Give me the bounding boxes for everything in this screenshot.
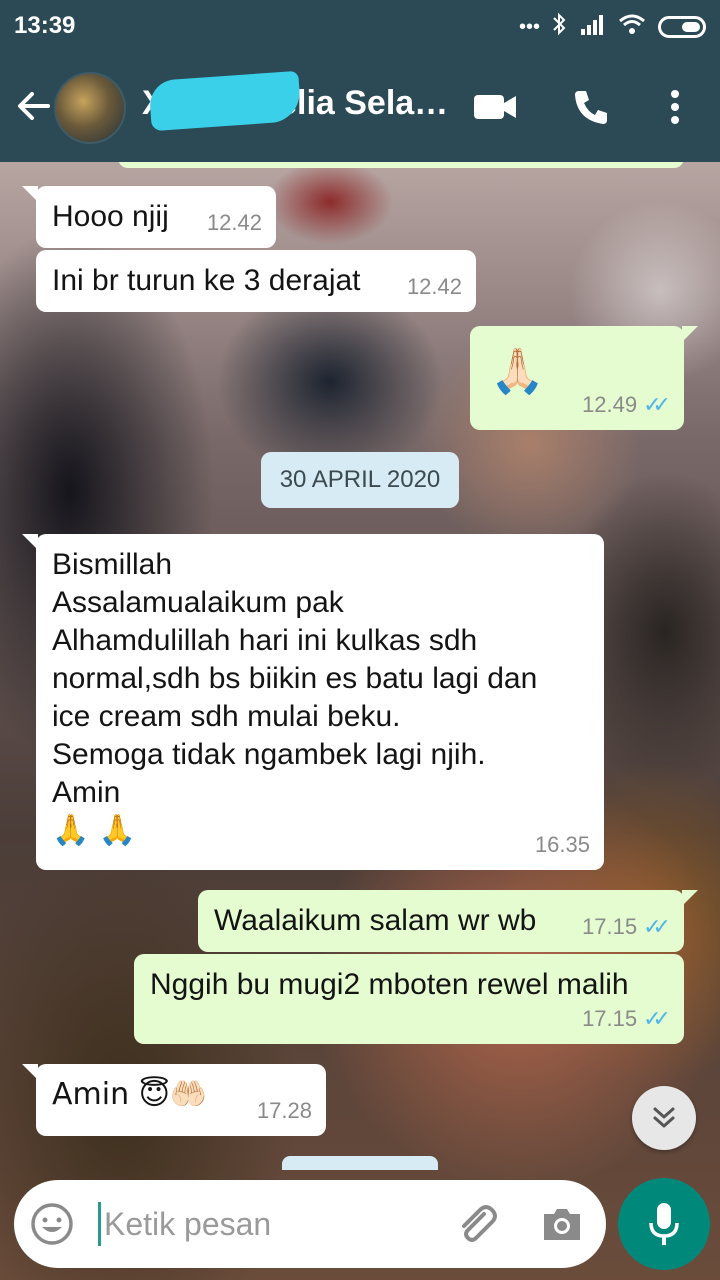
status-time: 13:39 <box>14 12 76 39</box>
message-time: 17.15 <box>582 914 638 939</box>
previous-message-edge <box>118 162 684 168</box>
read-receipt-icon: ✓✓ <box>643 392 671 417</box>
chat-header: Xxxxx Melia Sela… <box>0 50 720 162</box>
scroll-to-bottom-button[interactable] <box>632 1086 696 1150</box>
more-dots-icon: ••• <box>518 15 540 38</box>
message-incoming[interactable]: Bismillah Assalamualaikum pak Alhamdulil… <box>22 534 604 870</box>
date-chip: 30 APRIL 2020 <box>261 452 459 508</box>
camera-icon[interactable] <box>540 1202 584 1246</box>
back-arrow-icon[interactable] <box>14 86 54 126</box>
more-vert-icon[interactable] <box>652 84 698 130</box>
message-outgoing[interactable]: 🙏🏻 12.49 ✓✓ <box>470 326 698 430</box>
message-composer <box>14 1180 606 1268</box>
message-incoming[interactable]: Hooo njij 12.42 <box>22 186 276 248</box>
read-receipt-icon: ✓✓ <box>643 914 671 939</box>
avatar[interactable] <box>54 72 126 144</box>
wifi-icon <box>618 13 646 41</box>
video-call-icon[interactable] <box>472 84 518 130</box>
bluetooth-icon <box>552 12 568 42</box>
chevron-double-down-icon <box>653 1107 675 1128</box>
message-time: 17.28 <box>256 1098 312 1123</box>
message-time: 12.49 <box>582 392 638 417</box>
attach-icon[interactable] <box>452 1200 500 1248</box>
emoji-icon[interactable] <box>30 1202 74 1246</box>
next-date-chip-edge <box>282 1156 438 1170</box>
message-outgoing[interactable]: Waalaikum salam wr wb 17.15 ✓✓ <box>198 890 698 952</box>
message-time: 12.42 <box>206 210 262 235</box>
message-time: 17.15 <box>582 1006 638 1031</box>
mic-icon <box>649 1203 679 1245</box>
message-outgoing[interactable]: Nggih bu mugi2 mboten rewel malih 17.15 … <box>134 954 684 1044</box>
message-time: 12.42 <box>406 274 462 299</box>
chat-area[interactable]: Hooo njij 12.42 Ini br turun ke 3 deraja… <box>0 162 720 1280</box>
signal-icon <box>580 13 606 41</box>
status-bar: 13:39 ••• <box>0 0 720 50</box>
battery-icon <box>658 16 706 38</box>
message-time: 16.35 <box>534 832 590 857</box>
phone-icon[interactable] <box>568 84 614 130</box>
message-incoming[interactable]: Ini br turun ke 3 derajat 12.42 <box>36 250 476 312</box>
mic-button[interactable] <box>618 1178 710 1270</box>
message-input[interactable] <box>98 1198 438 1250</box>
message-incoming[interactable]: Amin 😇🤲🏻 17.28 <box>22 1064 326 1136</box>
read-receipt-icon: ✓✓ <box>643 1006 671 1031</box>
